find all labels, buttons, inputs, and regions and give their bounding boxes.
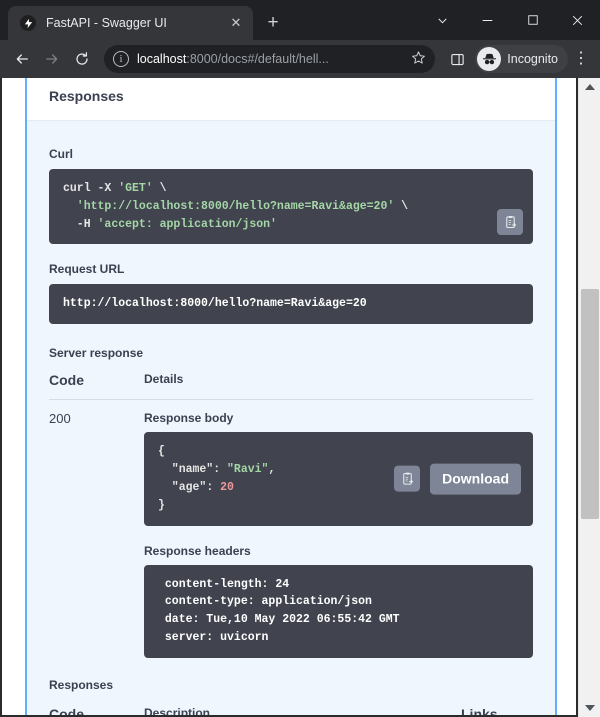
- copy-icon[interactable]: [497, 209, 523, 235]
- fastapi-bolt-icon: [20, 15, 36, 31]
- response-headers-block: content-length: 24 content-type: applica…: [144, 565, 533, 658]
- curl-accept-header: 'accept: application/json': [98, 218, 277, 231]
- column-header-code: Code: [49, 372, 144, 388]
- swagger-operation-block: Responses Curl curl -X 'GET' \ 'http://l…: [25, 78, 557, 717]
- server-response-table-header: Code Details: [49, 372, 533, 399]
- new-tab-button[interactable]: +: [259, 9, 287, 37]
- responses-table-title: Responses: [49, 666, 533, 706]
- response-body-label: Response body: [144, 411, 533, 425]
- response-body-block[interactable]: { "name": "Ravi", "age": 20 } Download: [144, 432, 533, 525]
- request-url-value: http://localhost:8000/hello?name=Ravi&ag…: [49, 284, 533, 324]
- json-open-brace: {: [158, 445, 165, 458]
- header-line-content-type: content-type: application/json: [158, 595, 372, 608]
- json-value-age: 20: [220, 481, 234, 494]
- response-body-actions: Download: [394, 463, 521, 494]
- window-controls: [420, 0, 600, 40]
- header-line-date: date: Tue,10 May 2022 06:55:42 GMT: [158, 613, 400, 626]
- tab-search-icon[interactable]: [420, 0, 465, 40]
- live-response-panel: Curl curl -X 'GET' \ 'http://localhost:8…: [27, 120, 555, 658]
- scroll-up-icon[interactable]: [579, 78, 600, 96]
- url-rest: :8000/docs#/default/hell...: [186, 52, 328, 66]
- close-window-button[interactable]: [555, 0, 600, 40]
- curl-line2-tail: \: [394, 200, 408, 213]
- curl-label: Curl: [49, 147, 533, 161]
- scrollbar-thumb[interactable]: [581, 289, 599, 519]
- tab-title: FastAPI - Swagger UI: [46, 16, 227, 30]
- window-left-edge: [0, 78, 2, 717]
- browser-toolbar: i localhost:8000/docs#/default/hell...: [0, 40, 600, 78]
- curl-code-block[interactable]: curl -X 'GET' \ 'http://localhost:8000/h…: [49, 169, 533, 244]
- column-header-details: Details: [144, 372, 533, 388]
- bookmark-star-icon[interactable]: [407, 50, 429, 68]
- browser-window: FastAPI - Swagger UI ✕ +: [0, 0, 600, 717]
- json-key-age: "age": [158, 481, 206, 494]
- curl-url: 'http://localhost:8000/hello?name=Ravi&a…: [63, 200, 394, 213]
- curl-line1-tail: \: [153, 182, 167, 195]
- scroll-down-icon[interactable]: [579, 699, 600, 717]
- incognito-icon: [477, 47, 501, 71]
- close-tab-icon[interactable]: ✕: [227, 14, 245, 32]
- reload-icon[interactable]: [68, 45, 96, 73]
- json-key-name: "name": [158, 463, 213, 476]
- json-value-name: "Ravi": [227, 463, 268, 476]
- json-comma: ,: [268, 463, 275, 476]
- side-panel-icon[interactable]: [443, 45, 471, 73]
- url-host: localhost: [137, 52, 186, 66]
- json-close-brace: }: [158, 499, 165, 512]
- response-headers-label: Response headers: [144, 544, 533, 558]
- server-response-row: 200 Response body { "name": "Ravi", "age…: [49, 400, 533, 658]
- header-line-server: server: uvicorn: [158, 631, 268, 644]
- copy-icon[interactable]: [394, 466, 420, 492]
- maximize-window-button[interactable]: [510, 0, 555, 40]
- forward-icon[interactable]: [38, 45, 66, 73]
- json-sep-1: :: [213, 463, 227, 476]
- response-details-cell: Response body { "name": "Ravi", "age": 2…: [144, 411, 533, 658]
- back-icon[interactable]: [8, 45, 36, 73]
- responses-documentation-section: Responses Code Description Links 200 Suc…: [27, 658, 555, 717]
- json-sep-2: :: [206, 481, 220, 494]
- request-url-label: Request URL: [49, 262, 533, 276]
- incognito-label: Incognito: [507, 52, 558, 66]
- request-url-section: Request URL http://localhost:8000/hello?…: [49, 262, 533, 324]
- address-bar[interactable]: i localhost:8000/docs#/default/hell...: [104, 45, 435, 73]
- page-viewport: Responses Curl curl -X 'GET' \ 'http://l…: [0, 78, 600, 717]
- header-line-content-length: content-length: 24: [158, 578, 289, 591]
- responses-heading: Responses: [49, 88, 533, 104]
- response-headers-section: Response headers content-length: 24 cont…: [144, 544, 533, 658]
- response-status-code: 200: [49, 411, 144, 658]
- page-scrollbar[interactable]: [578, 78, 600, 717]
- curl-command: curl -X: [63, 182, 118, 195]
- site-info-icon[interactable]: i: [113, 51, 129, 67]
- responses-heading-section: Responses: [27, 78, 555, 120]
- incognito-indicator[interactable]: Incognito: [475, 45, 568, 73]
- server-response-title: Server response: [49, 346, 533, 360]
- tab-strip: FastAPI - Swagger UI ✕ +: [0, 0, 600, 40]
- browser-tab[interactable]: FastAPI - Swagger UI ✕: [8, 6, 253, 40]
- browser-menu-icon[interactable]: ⋮: [570, 54, 592, 64]
- url-text: localhost:8000/docs#/default/hell...: [137, 52, 407, 66]
- curl-method: 'GET': [118, 182, 153, 195]
- curl-header-flag: -H: [63, 218, 98, 231]
- download-button[interactable]: Download: [430, 463, 521, 494]
- swagger-page: Responses Curl curl -X 'GET' \ 'http://l…: [0, 78, 578, 717]
- minimize-window-button[interactable]: [465, 0, 510, 40]
